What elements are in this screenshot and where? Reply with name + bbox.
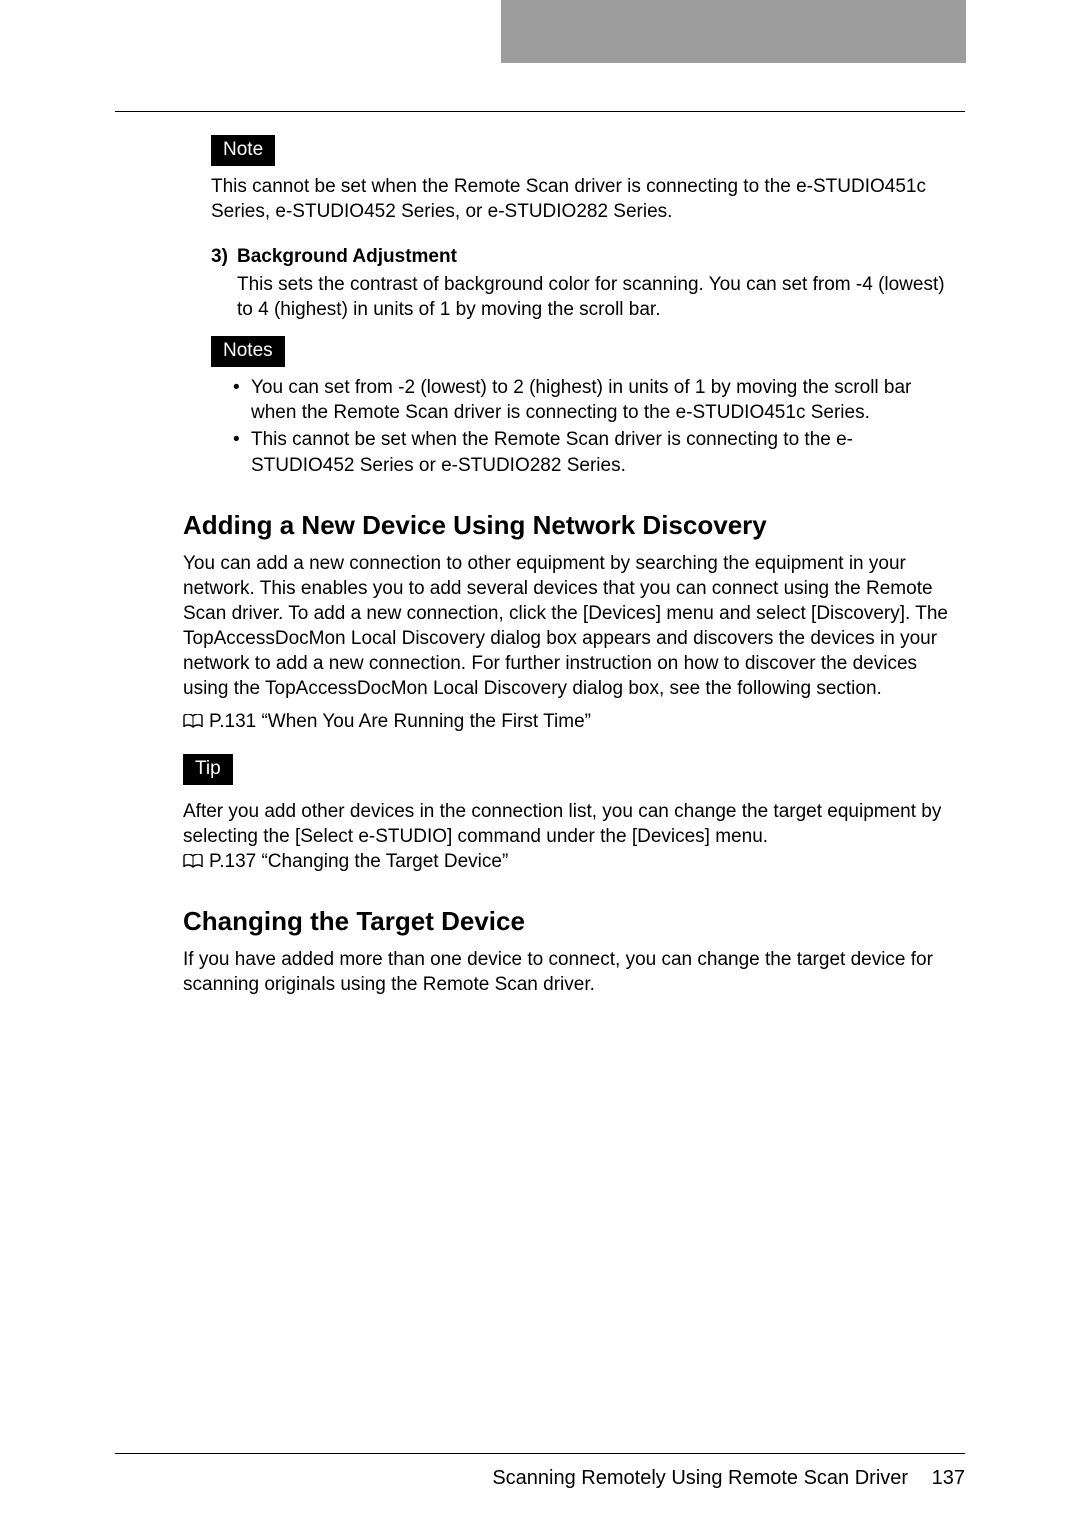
page-number: 137 — [932, 1467, 965, 1489]
list-item: • You can set from -2 (lowest) to 2 (hig… — [233, 375, 948, 425]
section2-paragraph: If you have added more than one device t… — [183, 947, 948, 997]
item-3-header: 3) Background Adjustment — [211, 246, 948, 268]
section-heading-changing-target: Changing the Target Device — [183, 906, 948, 937]
content-area: Note This cannot be set when the Remote … — [211, 135, 948, 1006]
page-footer: Scanning Remotely Using Remote Scan Driv… — [492, 1467, 965, 1490]
reference-link-p137[interactable]: P.137 “Changing the Target Device” — [183, 849, 948, 874]
bottom-rule — [115, 1453, 965, 1454]
list-item: • This cannot be set when the Remote Sca… — [233, 427, 948, 477]
note-badge: Note — [211, 135, 275, 166]
item-3-description: This sets the contrast of background col… — [237, 272, 948, 322]
bullet-text: You can set from -2 (lowest) to 2 (highe… — [251, 375, 948, 425]
notes-bullet-list: • You can set from -2 (lowest) to 2 (hig… — [233, 375, 948, 477]
reference-text: P.131 “When You Are Running the First Ti… — [209, 709, 591, 734]
reference-text: P.137 “Changing the Target Device” — [209, 849, 508, 874]
tip-text: After you add other devices in the conne… — [183, 799, 948, 849]
book-icon — [183, 854, 203, 869]
reference-link-p131[interactable]: P.131 “When You Are Running the First Ti… — [183, 709, 948, 734]
item-3-title: Background Adjustment — [237, 246, 457, 268]
header-banner — [501, 0, 966, 63]
section1-paragraph: You can add a new connection to other eq… — [183, 551, 948, 701]
notes-badge: Notes — [211, 336, 285, 367]
bullet-text: This cannot be set when the Remote Scan … — [251, 427, 948, 477]
section-heading-adding-device: Adding a New Device Using Network Discov… — [183, 510, 948, 541]
tip-badge: Tip — [183, 754, 233, 785]
note-text: This cannot be set when the Remote Scan … — [211, 174, 948, 224]
footer-text: Scanning Remotely Using Remote Scan Driv… — [492, 1467, 908, 1489]
bullet-dot: • — [233, 427, 251, 477]
bullet-dot: • — [233, 375, 251, 425]
tip-block: Tip After you add other devices in the c… — [183, 754, 948, 874]
top-rule — [115, 111, 965, 112]
book-icon — [183, 714, 203, 729]
page: Note This cannot be set when the Remote … — [0, 0, 1080, 1526]
item-3-number: 3) — [211, 246, 237, 268]
